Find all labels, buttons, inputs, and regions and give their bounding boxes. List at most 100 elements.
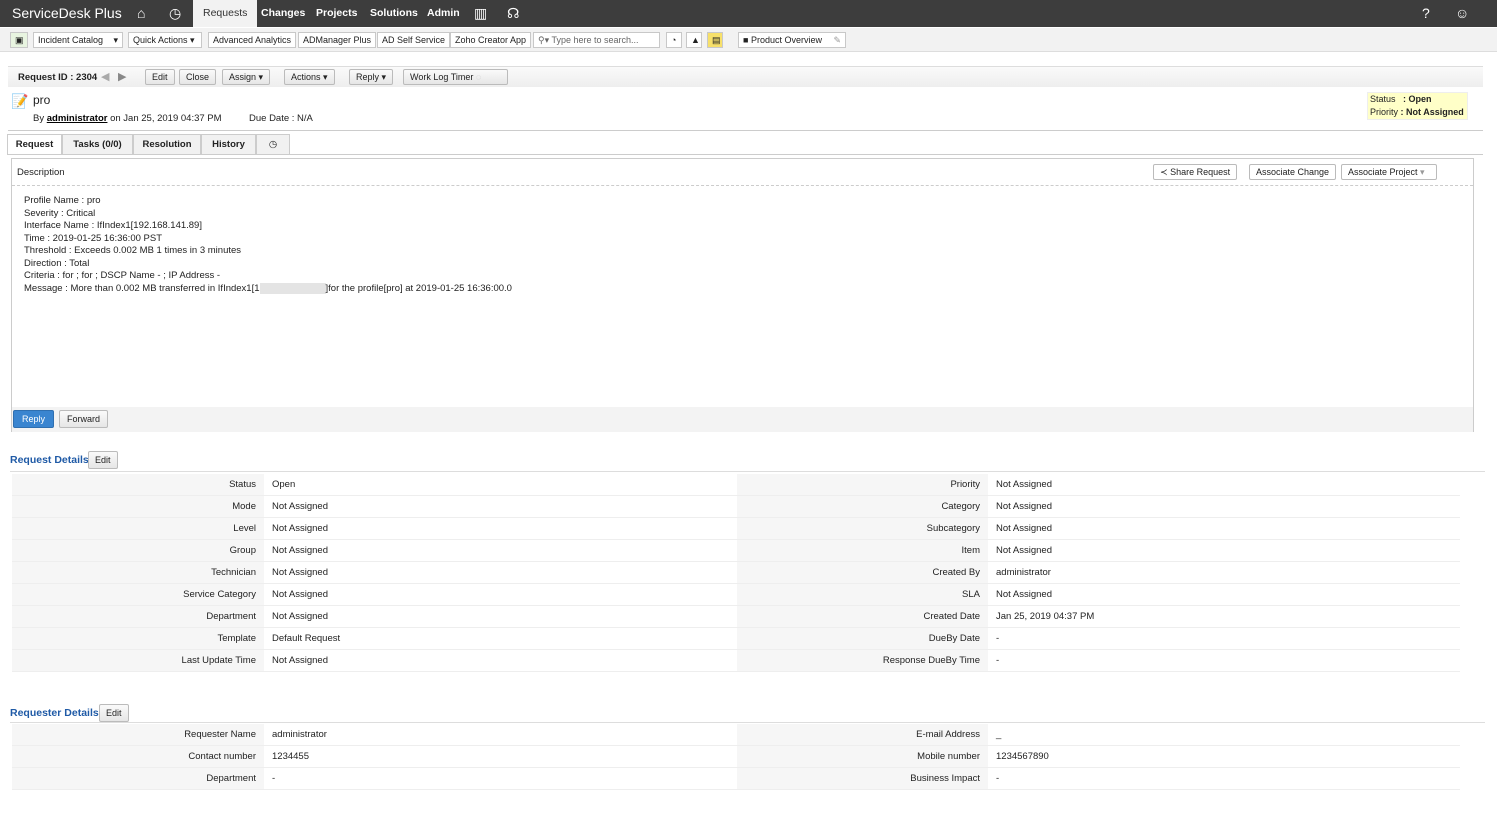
field-value: Not Assigned [996,523,1052,534]
detail-row: Mode Not Assigned Category Not Assigned [12,496,1460,518]
field-label: Group [12,540,264,561]
associate-project-label: Associate Project [1348,167,1418,177]
timer-icon: ◌ [475,72,482,82]
field-label: Contact number [12,746,264,767]
field-label: Category [737,496,988,517]
help-icon[interactable]: ? [1422,5,1430,21]
zoho-creator-link[interactable]: Zoho Creator App [450,32,532,48]
divider [10,471,1485,472]
home-icon[interactable]: ⌂ [137,5,145,21]
assign-dropdown[interactable]: Assign ▾ [222,69,271,85]
pin-icon: ✎ [833,35,841,45]
nav-projects[interactable]: Projects [316,0,357,27]
detail-row: Last Update Time Not Assigned Response Due… [12,650,1460,672]
field-label: Business Impact [737,768,988,789]
status-label: Status [1370,94,1396,104]
status-badge: Status: Open Priority : Not Assigned [1367,92,1468,120]
field-value: _ [996,729,1002,740]
field-value: Not Assigned [272,523,328,534]
field-value: Not Assigned [272,501,328,512]
field-label: Requester Name [12,724,264,745]
search-input[interactable]: ⚲▾ Type here to search... [533,32,660,48]
notification-bell-icon[interactable]: ▲ [686,32,702,48]
actions-label: Actions [291,72,321,82]
field-value: Not Assigned [996,501,1052,512]
tab-resolution[interactable]: Resolution [133,134,201,154]
forward-button[interactable]: Forward [59,410,109,428]
desc-line: Time : 2019-01-25 16:36:00 PST [24,232,163,244]
field-label: Template [12,628,264,649]
next-request-icon[interactable]: ▶ [118,70,126,83]
field-value: Not Assigned [272,545,328,556]
desc-line: Criteria : for ; for ; DSCP Name - ; IP … [24,270,221,281]
close-button[interactable]: Close [179,69,217,85]
requester-details-edit-button[interactable]: Edit [99,704,129,722]
user-profile-icon[interactable]: ☺ [1455,5,1469,21]
associate-project-dropdown[interactable]: Associate Project ▾ [1341,164,1437,180]
share-request-button[interactable]: ≺ Share Request [1153,164,1238,180]
quick-actions-label: Quick Actions [133,35,188,45]
detail-row: Technician Not Assigned Created By administ… [12,562,1460,584]
work-log-timer-label: Work Log Timer [410,72,474,82]
reply-dropdown[interactable]: Reply ▾ [349,69,394,85]
dashboard-icon[interactable]: ◷ [169,5,181,22]
priority-label: Priority [1370,107,1399,117]
field-label: Subcategory [737,518,988,539]
associate-change-button[interactable]: Associate Change [1249,164,1337,180]
request-details-table: Status Open Priority Not Assigned Mode Not As… [12,474,1460,672]
tab-request[interactable]: Request [7,134,62,155]
app-logo[interactable]: ServiceDesk Plus [12,5,122,21]
nav-changes[interactable]: Changes [261,0,305,27]
admanager-plus-link[interactable]: ADManager Plus [298,32,377,48]
message-part-a: Message : More than 0.002 MB transferred… [24,282,260,294]
quick-actions-dropdown[interactable]: Quick Actions ▾ [128,32,202,48]
detail-row: Contact number 1234455 Mobile number 123456… [12,746,1460,768]
actions-dropdown[interactable]: Actions ▾ [284,69,335,85]
tab-history[interactable]: History [201,134,256,154]
field-value: administrator [272,729,327,740]
product-overview-button[interactable]: ■ Product Overview ✎ [738,32,846,48]
support-headset-icon[interactable]: ☊ [507,5,519,22]
field-label: Response DueBy Time [737,650,988,671]
nav-requests[interactable]: Requests [193,0,258,27]
nav-solutions[interactable]: Solutions [370,0,418,27]
detail-row: Template Default Request DueBy Date - [12,628,1460,650]
reply-button[interactable]: Reply [13,410,55,428]
desc-line: Interface Name : IfIndex1[192.168.141.89… [24,220,202,231]
nav-admin[interactable]: Admin [427,0,460,27]
product-overview-label: Product Overview [750,35,822,45]
advanced-analytics-link[interactable]: Advanced Analytics [208,32,297,48]
field-value: Not Assigned [272,611,328,622]
tab-tasks[interactable]: Tasks (0/0) [62,134,133,154]
detail-row: Service Category Not Assigned SLA Not Assig… [12,584,1460,606]
tab-timeline-clock-icon[interactable]: ◷ [256,134,290,154]
reports-icon[interactable]: ▥ [474,5,487,22]
field-label: Department [12,606,264,627]
field-label: Level [12,518,264,539]
divider [8,130,1483,131]
field-value: 1234567890 [996,751,1049,762]
clipboard-icon[interactable]: ▤ [707,32,723,48]
work-log-timer-button[interactable]: Work Log Timer ◌ [403,69,508,85]
share-icon: ≺ [1160,167,1168,177]
reminder-icon[interactable]: ◔ [666,32,682,48]
author-link[interactable]: administrator [47,113,108,124]
field-value: Not Assigned [996,545,1052,556]
ad-self-service-link[interactable]: AD Self Service [377,32,451,48]
incident-catalog-dropdown[interactable]: Incident Catalog ▾ [33,32,123,48]
field-label: Created By [737,562,988,583]
field-label: Created Date [737,606,988,627]
field-label: Status [12,474,264,495]
reply-bar: Reply Forward [12,407,1473,432]
requester-details-title: Requester Details [10,707,99,719]
request-id: Request ID : 2304 [18,72,98,83]
desc-message-line: Message : More than 0.002 MB transferred… [24,282,512,296]
new-request-icon[interactable]: ▣ [10,32,28,48]
request-details-title: Request Details [10,454,89,466]
field-value: administrator [996,567,1051,578]
edit-button[interactable]: Edit [145,69,175,85]
request-details-edit-button[interactable]: Edit [88,451,118,469]
field-label: Mobile number [737,746,988,767]
desc-line: Profile Name : pro [24,195,101,206]
previous-request-icon[interactable]: ◀ [101,70,109,83]
